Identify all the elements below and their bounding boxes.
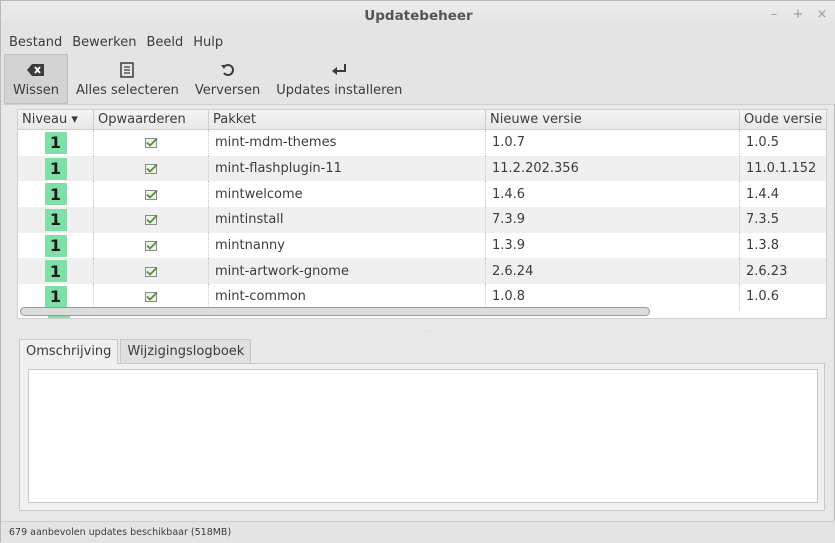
upgrade-cell — [94, 181, 209, 208]
pane-resize-grip[interactable]: ⋯ — [425, 328, 432, 335]
col-header-level[interactable]: Niveau ▾ — [18, 110, 94, 129]
window-title: Updatebeheer — [364, 8, 473, 24]
package-cell: mint-flashplugin-11 — [209, 155, 486, 182]
old-version-cell: 1.3.8 — [746, 238, 780, 254]
status-text: 679 aanbevolen updates beschikbaar (518M… — [9, 527, 232, 538]
level-badge: 1 — [44, 131, 67, 154]
close-button[interactable]: × — [816, 7, 828, 22]
table-row[interactable]: 1 mint-flashplugin-11 11.2.202.356 11.0.1.1… — [18, 155, 826, 182]
table-row[interactable]: 1 mintinstall 7.3.9 7.3.5 — [18, 207, 826, 233]
level-badge: 1 — [44, 285, 67, 308]
package-cell: mint-common — [209, 284, 486, 310]
upgrade-checkbox[interactable] — [144, 266, 158, 277]
level-badge: 1 — [44, 260, 67, 283]
new-version-cell: 1.3.9 — [486, 232, 740, 259]
menu-hulp[interactable]: Hulp — [191, 35, 231, 50]
level-cell: 1 — [18, 207, 94, 233]
table-row[interactable]: 1 mint-artwork-gnome 2.6.24 2.6.23 — [18, 258, 826, 285]
select-all-button[interactable]: Alles selecteren — [68, 54, 187, 104]
refresh-button[interactable]: Verversen — [187, 54, 268, 104]
details-tabs: Omschrijving Wijzigingslogboek — [19, 339, 252, 364]
upgrade-checkbox[interactable] — [144, 240, 158, 252]
package-cell: mintinstall — [209, 207, 486, 233]
level-cell: 1 — [18, 232, 94, 259]
new-version-cell: 2.6.24 — [486, 258, 740, 285]
package-cell: mint-artwork-gnome — [209, 258, 486, 285]
upgrade-checkbox[interactable] — [144, 189, 158, 200]
level-badge: 1 — [44, 183, 67, 206]
table-row[interactable]: 1 mint-mdm-themes 1.0.7 1.0.5 — [18, 130, 826, 156]
level-cell: 1 — [18, 130, 94, 156]
updates-table: Niveau ▾ Opwaarderen Pakket Nieuwe versi… — [17, 109, 827, 319]
refresh-label: Verversen — [194, 83, 261, 98]
table-row[interactable]: 1 mint-common 1.0.8 1.0.6 — [18, 284, 826, 310]
package-cell: mint-mdm-themes — [209, 130, 486, 156]
new-version-cell: 1.0.8 — [486, 284, 740, 310]
upgrade-cell — [94, 258, 209, 285]
select-all-icon — [120, 60, 135, 80]
window-controls: – + × — [768, 7, 828, 22]
new-version-cell: 7.3.9 — [486, 207, 740, 233]
clear-button[interactable]: Wissen — [4, 54, 68, 104]
upgrade-cell — [94, 130, 209, 156]
old-version-cell: 7.3.5 — [746, 212, 780, 228]
upgrade-checkbox[interactable] — [144, 214, 158, 226]
old-version-cell: 1.0.5 — [746, 135, 780, 151]
menu-beeld[interactable]: Beeld — [144, 35, 191, 50]
level-badge: 1 — [44, 157, 67, 180]
clear-label: Wissen — [13, 83, 59, 98]
upgrade-checkbox[interactable] — [144, 163, 158, 175]
new-version-cell: 11.2.202.356 — [486, 155, 740, 182]
tab-panel — [19, 363, 825, 511]
maximize-button[interactable]: + — [792, 7, 804, 22]
col-header-new-version[interactable]: Nieuwe versie — [486, 110, 740, 129]
refresh-icon — [220, 60, 236, 80]
level-cell: 1 — [18, 284, 94, 310]
col-header-old-version[interactable]: Oude versie — [740, 110, 826, 129]
old-version-cell: 2.6.23 — [746, 263, 788, 279]
tab-changelog[interactable]: Wijzigingslogboek — [120, 339, 252, 364]
upgrade-cell — [94, 207, 209, 233]
minimize-button[interactable]: – — [768, 7, 780, 22]
menu-bewerken[interactable]: Bewerken — [70, 35, 144, 50]
old-version-cell: 11.0.1.152 — [746, 161, 817, 177]
new-version-cell: 1.0.7 — [486, 130, 740, 156]
install-updates-button[interactable]: Updates installeren — [268, 54, 410, 104]
install-icon — [331, 60, 347, 80]
table-row[interactable]: 1 mintwelcome 1.4.6 1.4.4 — [18, 181, 826, 208]
level-cell: 1 — [18, 181, 94, 208]
level-cell: 1 — [18, 258, 94, 285]
upgrade-cell — [94, 232, 209, 259]
old-version-cell: 1.0.6 — [746, 289, 780, 305]
toolbar: Wissen Alles selecteren Verversen Update… — [1, 53, 835, 105]
level-cell: 1 — [18, 155, 94, 182]
tab-description[interactable]: Omschrijving — [19, 339, 119, 364]
package-cell: mintnanny — [209, 232, 486, 259]
update-manager-window: Updatebeheer – + × Bestand Bewerken Beel… — [0, 0, 835, 543]
menu-bar: Bestand Bewerken Beeld Hulp — [1, 31, 835, 53]
install-updates-label: Updates installeren — [276, 83, 403, 98]
horizontal-scrollbar[interactable] — [20, 307, 650, 316]
level-badge: 1 — [44, 234, 67, 257]
table-body: 1 mint-mdm-themes 1.0.7 1.0.5 1 mint-flashplu… — [18, 130, 826, 310]
select-all-label: Alles selecteren — [75, 83, 179, 98]
level-badge: 1 — [44, 208, 67, 231]
col-header-package[interactable]: Pakket — [209, 110, 486, 129]
upgrade-checkbox[interactable] — [144, 291, 158, 303]
table-header: Niveau ▾ Opwaarderen Pakket Nieuwe versi… — [18, 110, 826, 130]
new-version-cell: 1.4.6 — [486, 181, 740, 208]
menu-bestand[interactable]: Bestand — [9, 35, 70, 50]
title-bar[interactable]: Updatebeheer – + × — [1, 1, 835, 31]
status-bar: 679 aanbevolen updates beschikbaar (518M… — [1, 521, 835, 543]
clear-icon — [26, 60, 45, 80]
description-text-area[interactable] — [28, 369, 818, 503]
old-version-cell: 1.4.4 — [746, 186, 780, 202]
table-row[interactable]: 1 mintnanny 1.3.9 1.3.8 — [18, 232, 826, 259]
package-cell: mintwelcome — [209, 181, 486, 208]
upgrade-checkbox[interactable] — [144, 137, 158, 149]
upgrade-cell — [94, 155, 209, 182]
upgrade-cell — [94, 284, 209, 310]
col-header-upgrade[interactable]: Opwaarderen — [94, 110, 209, 129]
